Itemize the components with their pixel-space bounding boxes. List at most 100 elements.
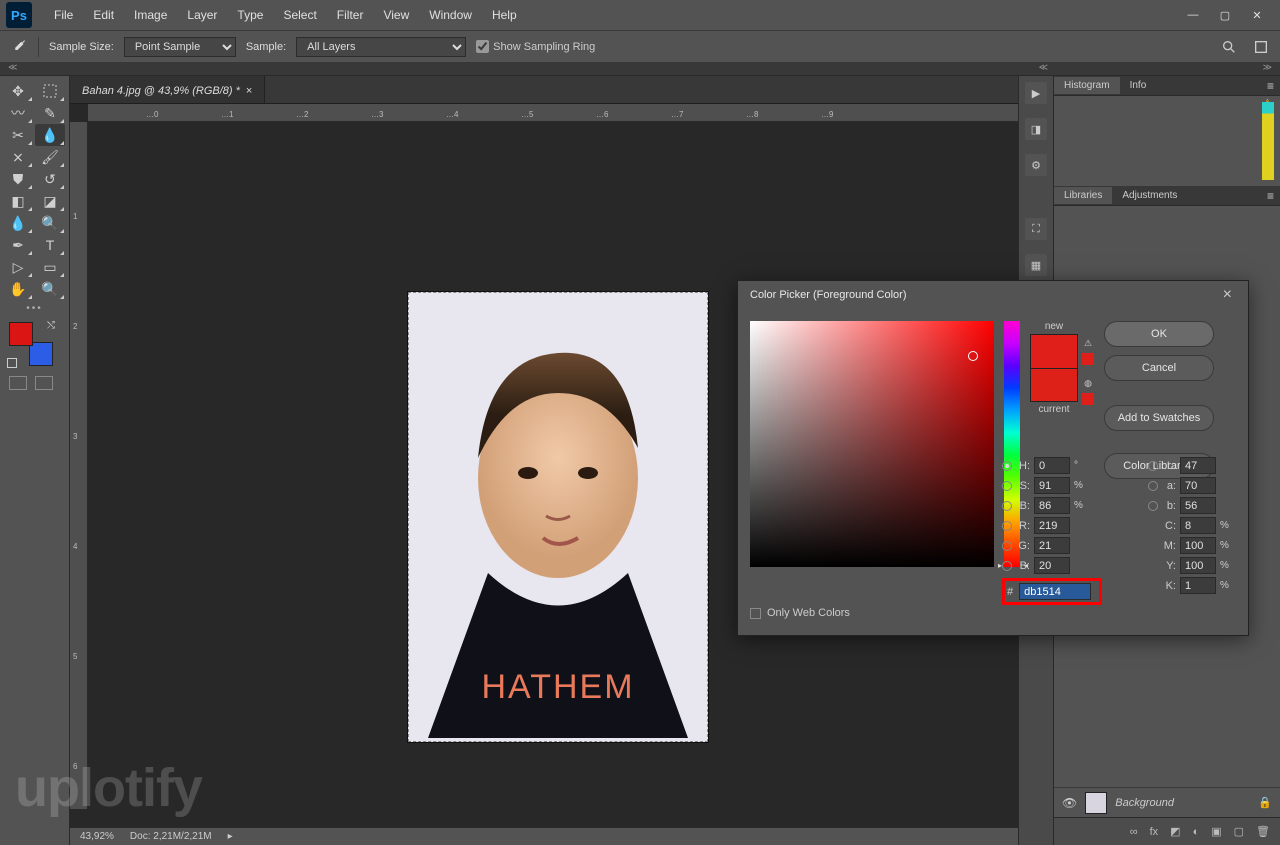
quickmask-mode-icon[interactable]	[35, 376, 53, 390]
menu-layer[interactable]: Layer	[177, 8, 227, 22]
swatches-icon[interactable]: ▦	[1025, 254, 1047, 276]
b-radio[interactable]	[1002, 501, 1012, 511]
frame-icon[interactable]	[1252, 38, 1270, 56]
new-layer-icon[interactable]: ▢	[1234, 825, 1244, 838]
menu-file[interactable]: File	[44, 8, 83, 22]
layer-thumbnail[interactable]	[1085, 792, 1107, 814]
r-radio[interactable]	[1002, 521, 1012, 531]
a-radio[interactable]	[1148, 481, 1158, 491]
path-select-tool[interactable]: ▷	[3, 256, 33, 278]
standard-mode-icon[interactable]	[9, 376, 27, 390]
brushes-icon[interactable]: ⛶	[1025, 218, 1047, 240]
search-icon[interactable]	[1220, 38, 1238, 56]
marquee-tool[interactable]	[35, 80, 65, 102]
quick-select-tool[interactable]: ✎	[35, 102, 65, 124]
menu-filter[interactable]: Filter	[327, 8, 374, 22]
only-web-colors-check[interactable]: Only Web Colors	[750, 607, 850, 619]
pen-tool[interactable]: ✒	[3, 234, 33, 256]
eraser-tool[interactable]: ◧	[3, 190, 33, 212]
saturation-brightness-field[interactable]	[750, 321, 994, 567]
history-icon[interactable]: ◨	[1025, 118, 1047, 140]
edit-toolbar-button[interactable]: •••	[3, 300, 66, 316]
b-input[interactable]	[1034, 497, 1070, 514]
zoom-readout[interactable]: 43,92%	[80, 831, 114, 842]
sample-size-select[interactable]: Point Sample	[124, 37, 236, 57]
collapse-right-arrow-icon[interactable]: ≪	[1039, 62, 1048, 73]
menu-select[interactable]: Select	[273, 8, 326, 22]
dialog-titlebar[interactable]: Color Picker (Foreground Color) ×	[738, 281, 1248, 309]
history-brush-tool[interactable]: ↺	[35, 168, 65, 190]
properties-icon[interactable]: ⚙	[1025, 154, 1047, 176]
g-input[interactable]	[1034, 537, 1070, 554]
gamut-warning-swatch[interactable]	[1082, 353, 1094, 365]
b2-input[interactable]	[1034, 557, 1070, 574]
cancel-button[interactable]: Cancel	[1104, 355, 1214, 381]
menu-type[interactable]: Type	[227, 8, 273, 22]
collapse-panel-arrow-icon[interactable]: ≫	[1263, 62, 1272, 73]
minimize-button[interactable]: —	[1186, 8, 1200, 22]
type-tool[interactable]: T	[35, 234, 65, 256]
link-layers-icon[interactable]: ∞	[1130, 826, 1138, 838]
collapse-left-arrow-icon[interactable]: ≪	[8, 62, 17, 73]
close-tab-icon[interactable]: ×	[246, 85, 252, 97]
eyedropper-tool[interactable]: 💧	[35, 124, 65, 146]
stamp-tool[interactable]: ⛊	[3, 168, 33, 190]
tab-histogram[interactable]: Histogram	[1054, 77, 1120, 94]
h-radio[interactable]	[1002, 461, 1012, 471]
delete-icon[interactable]: 🗑	[1256, 825, 1270, 838]
a-input[interactable]	[1180, 477, 1216, 494]
document-tab[interactable]: Bahan 4.jpg @ 43,9% (RGB/8) *×	[70, 76, 265, 103]
r-input[interactable]	[1034, 517, 1070, 534]
shape-tool[interactable]: ▭	[35, 256, 65, 278]
blur-tool[interactable]: 💧	[3, 212, 33, 234]
ok-button[interactable]: OK	[1104, 321, 1214, 347]
dodge-tool[interactable]: 🔍	[35, 212, 65, 234]
bb-radio[interactable]	[1148, 501, 1158, 511]
menu-window[interactable]: Window	[419, 8, 482, 22]
add-to-swatches-button[interactable]: Add to Swatches	[1104, 405, 1214, 431]
gradient-tool[interactable]: ◪	[35, 190, 65, 212]
mask-icon[interactable]: ◩	[1170, 825, 1180, 838]
hex-input[interactable]	[1019, 583, 1091, 600]
y-input[interactable]	[1180, 557, 1216, 574]
s-radio[interactable]	[1002, 481, 1012, 491]
swap-colors-icon[interactable]: ⤭	[47, 320, 55, 331]
layer-lock-icon[interactable]: 🔒	[1258, 796, 1272, 809]
adjustment-layer-icon[interactable]: ◐	[1193, 826, 1200, 838]
websafe-warning-icon[interactable]: ◍	[1082, 377, 1094, 389]
b2-radio[interactable]	[1002, 561, 1012, 571]
close-window-button[interactable]: ✕	[1250, 8, 1264, 22]
m-input[interactable]	[1180, 537, 1216, 554]
panel-menu-icon[interactable]: ≡	[1261, 79, 1280, 93]
group-icon[interactable]: ▣	[1211, 825, 1221, 838]
foreground-color-swatch[interactable]	[9, 322, 33, 346]
lasso-tool[interactable]: 〰	[3, 102, 33, 124]
crop-tool[interactable]: ✂	[3, 124, 33, 146]
color-cursor[interactable]	[968, 351, 978, 361]
move-tool[interactable]: ✥	[3, 80, 33, 102]
lab-b-input[interactable]	[1180, 497, 1216, 514]
menu-view[interactable]: View	[373, 8, 419, 22]
show-sampling-ring-check[interactable]: Show Sampling Ring	[476, 40, 595, 53]
panel-menu-icon[interactable]: ≡	[1261, 189, 1280, 203]
gamut-warning-icon[interactable]: ⚠	[1082, 337, 1094, 349]
play-actions-icon[interactable]: ▶	[1025, 82, 1047, 104]
tab-info[interactable]: Info	[1120, 77, 1157, 94]
status-more-icon[interactable]: ▸	[228, 831, 233, 842]
tab-libraries[interactable]: Libraries	[1054, 187, 1112, 204]
layer-visibility-icon[interactable]: 👁	[1062, 796, 1077, 810]
healing-tool[interactable]: ⨯	[3, 146, 33, 168]
doc-size-readout[interactable]: Doc: 2,21M/2,21M	[130, 831, 212, 842]
l-input[interactable]	[1180, 457, 1216, 474]
menu-help[interactable]: Help	[482, 8, 527, 22]
l-radio[interactable]	[1148, 461, 1158, 471]
fx-icon[interactable]: fx	[1150, 826, 1159, 838]
h-input[interactable]	[1034, 457, 1070, 474]
brush-tool[interactable]: 🖌	[35, 146, 65, 168]
g-radio[interactable]	[1002, 541, 1012, 551]
maximize-button[interactable]: ▢	[1218, 8, 1232, 22]
websafe-warning-swatch[interactable]	[1082, 393, 1094, 405]
current-color-swatch[interactable]	[1030, 368, 1078, 402]
c-input[interactable]	[1180, 517, 1216, 534]
k-input[interactable]	[1180, 577, 1216, 594]
